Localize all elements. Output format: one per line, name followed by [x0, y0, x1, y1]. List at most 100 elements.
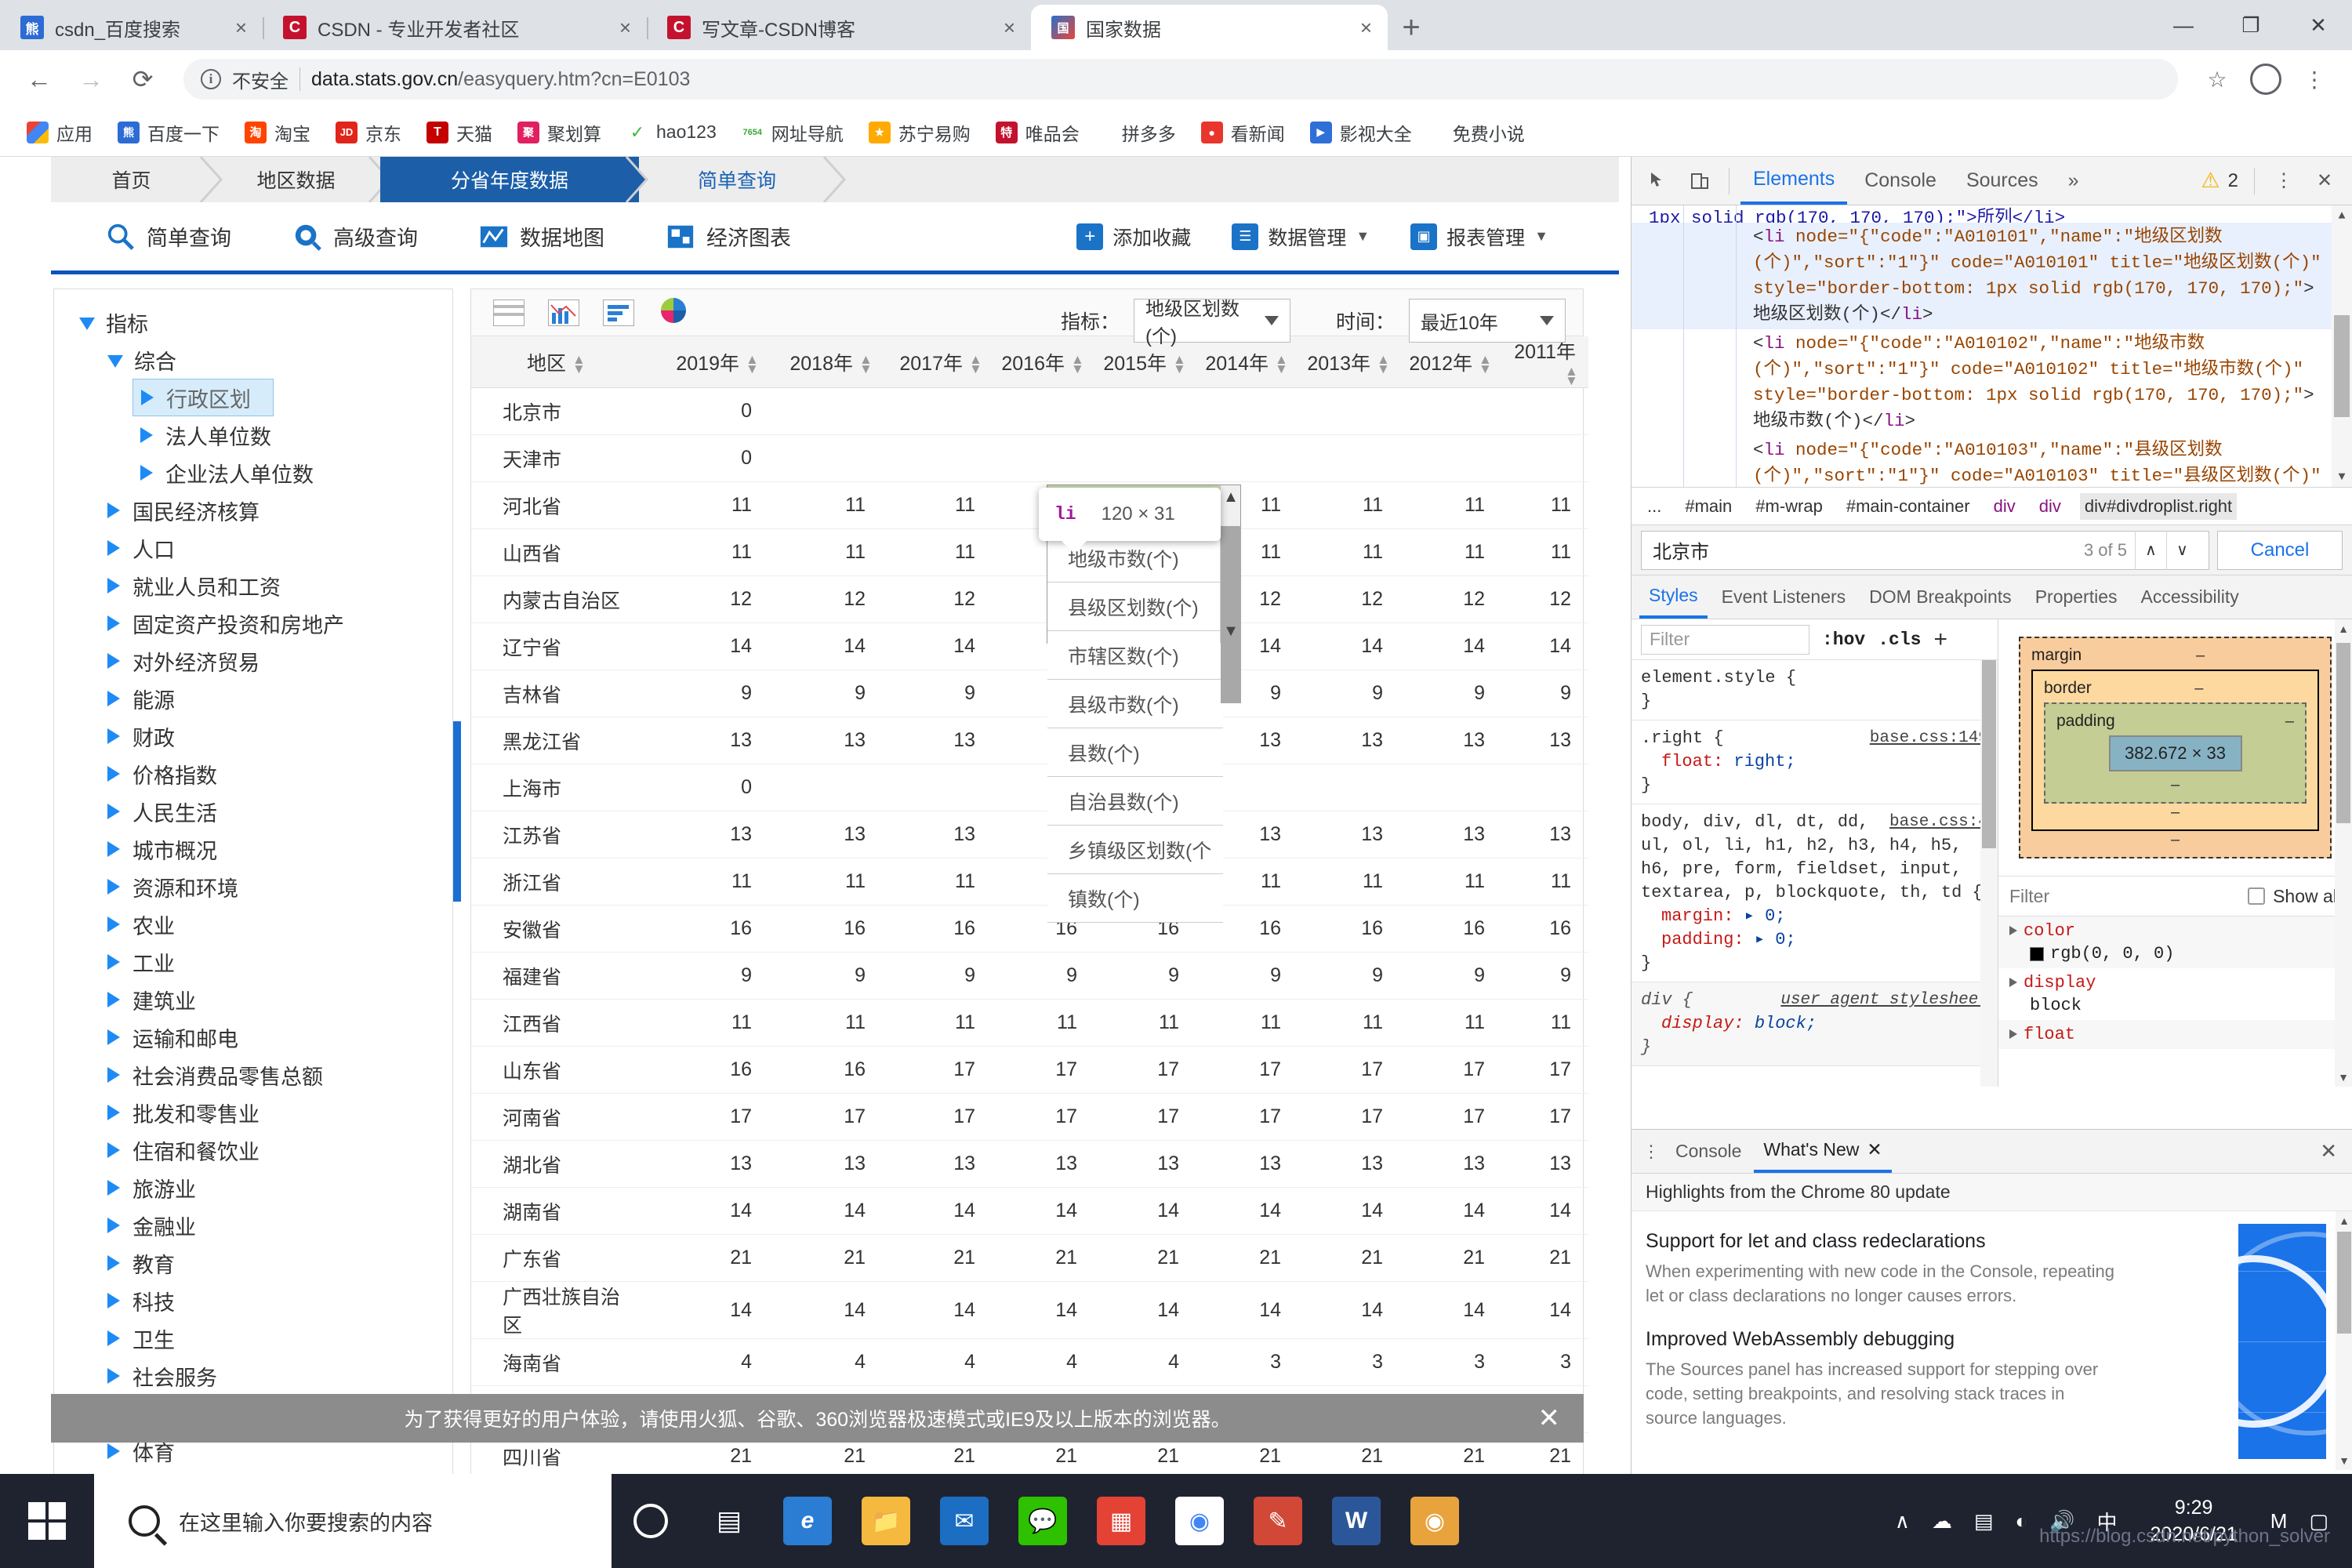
tree-item-5[interactable]: 能源	[54, 680, 452, 717]
box-model-diagram[interactable]: margin – border – padding – 382.672 × 33 – …	[1998, 619, 2352, 876]
table-row[interactable]: 吉林省999999999	[471, 670, 1588, 717]
tree-scrollbar-thumb[interactable]	[453, 721, 461, 902]
sort-icon[interactable]: ▲ ▼	[859, 353, 873, 376]
tab-close-button[interactable]: ×	[1341, 16, 1372, 40]
browser-tab-1[interactable]: C CSDN - 专业开发者社区 ×	[263, 5, 647, 50]
tree-item-3[interactable]: 固定资产投资和房地产	[54, 604, 452, 642]
toolbar-simple-query[interactable]: 简单查询	[106, 221, 231, 252]
wifi-icon[interactable]: ◐	[2015, 1509, 2027, 1534]
table-row[interactable]: 上海市 0	[471, 764, 1588, 811]
css-declaration[interactable]: float: right;	[1641, 750, 1988, 774]
close-icon[interactable]: ✕	[1538, 1403, 1561, 1434]
expand-triangle-icon[interactable]	[2009, 926, 2017, 935]
scroll-down-arrow-icon[interactable]: ▼	[2332, 466, 2352, 487]
table-row[interactable]: 广东省 21 21 21 21 21 21 21 21 21	[471, 1234, 1588, 1282]
tab-close-button[interactable]: ×	[216, 16, 247, 40]
list-view-icon[interactable]	[493, 299, 524, 326]
bookmark-pdd[interactable]: 拼多多	[1111, 114, 1187, 151]
bookmark-video[interactable]: ▶ 影视大全	[1299, 114, 1423, 151]
tree-item-13[interactable]: 建筑业	[54, 981, 452, 1018]
back-icon[interactable]: ←	[17, 57, 61, 101]
bookmark-nav[interactable]: 7654 网址导航	[731, 114, 855, 151]
tree-item-6[interactable]: 财政	[54, 717, 452, 755]
bookmark-apps[interactable]: 应用	[16, 114, 103, 151]
bookmark-juhuasuan[interactable]: 聚 聚划算	[506, 114, 612, 151]
css-rule-1[interactable]: base.css:149 .right {float: right;}	[1632, 720, 1998, 804]
tree-item-4[interactable]: 对外经济贸易	[54, 642, 452, 680]
table-row[interactable]: 福建省 9 9 9 9 9 9 9 9 9	[471, 952, 1588, 1000]
computed-prop-float[interactable]: float	[1998, 1020, 2352, 1049]
add-favorite-button[interactable]: + 添加收藏	[1076, 223, 1191, 251]
table-header-2[interactable]: 2018年 ▲ ▼	[769, 336, 883, 388]
computed-prop-color[interactable]: color rgb(0, 0, 0)	[1998, 916, 2352, 968]
css-rule-3[interactable]: user agent stylesheet div {display: block…	[1632, 982, 1998, 1066]
sidebar-tab-event-listeners[interactable]: Event Listeners	[1712, 576, 1856, 619]
bookmark-jd[interactable]: JD 京东	[325, 114, 412, 151]
bookmark-vip[interactable]: 特 唯品会	[985, 114, 1091, 151]
scroll-up-arrow-icon[interactable]: ▲	[1221, 485, 1241, 509]
window-minimize-button[interactable]: —	[2150, 0, 2217, 50]
address-bar[interactable]: i 不安全 data.stats.gov.cn/easyquery.htm?cn…	[183, 59, 2178, 100]
indicator-select[interactable]: 地级区划数(个)	[1133, 299, 1290, 347]
sidebar-tab-styles[interactable]: Styles	[1639, 576, 1708, 619]
bookmark-news[interactable]: ● 看新闻	[1190, 114, 1296, 151]
hov-toggle[interactable]: :hov	[1822, 630, 1865, 650]
close-icon[interactable]: ✕	[2307, 163, 2343, 199]
table-header-4[interactable]: 2016年 ▲ ▼	[993, 336, 1094, 388]
table-row[interactable]: 浙江省111111111111111111	[471, 858, 1588, 906]
tray-chevron-icon[interactable]: ∧	[1895, 1509, 1910, 1534]
search-next-button[interactable]: ∨	[2166, 530, 2198, 570]
breadcrumb-crumb-1[interactable]: #main	[1680, 493, 1737, 520]
drawer-menu-icon[interactable]: ⋮	[1639, 1142, 1663, 1162]
data-management-button[interactable]: ☰ 数据管理 ▼	[1232, 223, 1370, 251]
styles-filter-input[interactable]: Filter	[1641, 624, 1809, 655]
dom-node-2[interactable]: <li node="{"code":"A010103","name":"县级区划…	[1632, 436, 2352, 487]
tree-item-7[interactable]: 价格指数	[54, 755, 452, 793]
dom-scroll-thumb[interactable]	[2334, 315, 2350, 417]
table-header-7[interactable]: 2013年 ▲ ▼	[1298, 336, 1400, 388]
tree-item-22[interactable]: 卫生	[54, 1319, 452, 1357]
chrome-active-icon[interactable]: ◉	[1396, 1474, 1474, 1568]
sort-icon[interactable]: ▲ ▼	[1173, 353, 1186, 376]
styles-scroll-thumb[interactable]	[1982, 660, 1996, 848]
dom-node-1[interactable]: <li node="{"code":"A010102","name":"地级市数…	[1632, 329, 2352, 436]
tree-item-2[interactable]: 就业人员和工资	[54, 567, 452, 604]
window-close-button[interactable]: ✕	[2285, 0, 2352, 50]
table-row[interactable]: 江西省 11 11 11 11 11 11 11 11 11	[471, 999, 1588, 1047]
reload-icon[interactable]: ⟳	[121, 57, 165, 101]
sort-icon[interactable]: ▲ ▼	[1565, 365, 1578, 387]
sidebar-tab-accessibility[interactable]: Accessibility	[2132, 576, 2249, 619]
dropdown-option-3[interactable]: 市辖区数(个)	[1047, 631, 1223, 680]
sort-icon[interactable]: ▲ ▼	[969, 353, 982, 376]
breadcrumb-crumb-3[interactable]: #main-container	[1842, 493, 1975, 520]
drawer-tab-console[interactable]: Console	[1666, 1131, 1751, 1173]
tab-close-button[interactable]: ×	[985, 16, 1015, 40]
tree-item-21[interactable]: 科技	[54, 1282, 452, 1319]
drawer-close-icon[interactable]: ✕	[2320, 1139, 2345, 1163]
toolbar-advanced-query[interactable]: 高级查询	[292, 221, 418, 252]
search-cancel-button[interactable]: Cancel	[2217, 530, 2343, 570]
dropdown-option-8[interactable]: 镇数(个)	[1047, 874, 1223, 923]
css-source-link[interactable]: base.css:4	[1889, 811, 1988, 834]
breadcrumb-crumb-2[interactable]: #m-wrap	[1751, 493, 1828, 520]
inspect-cursor-icon[interactable]	[1641, 163, 1677, 199]
sort-icon[interactable]: ▲ ▼	[1275, 353, 1288, 376]
search-prev-button[interactable]: ∧	[2135, 530, 2166, 570]
dropdown-scrollbar[interactable]: ▲ ▼	[1220, 485, 1241, 703]
mail-icon[interactable]: ✉	[925, 1474, 1004, 1568]
scroll-down-arrow-icon[interactable]: ▼	[2335, 1068, 2352, 1087]
tree-item-enterprise-entities[interactable]: 企业法人单位数	[54, 454, 452, 492]
table-row[interactable]: 内蒙古自治区121212121212121212	[471, 575, 1588, 623]
word-icon[interactable]: W	[1317, 1474, 1396, 1568]
more-vert-icon[interactable]: ⋮	[2294, 59, 2335, 100]
edge-icon[interactable]: e	[768, 1474, 847, 1568]
breadcrumb-tab-region[interactable]: 地区数据	[212, 157, 392, 202]
dropdown-option-2[interactable]: 县级区划数(个)	[1047, 583, 1223, 631]
drawer-scroll-thumb[interactable]	[2337, 1232, 2351, 1334]
table-header-3[interactable]: 2017年 ▲ ▼	[883, 336, 993, 388]
tree-item-18[interactable]: 旅游业	[54, 1169, 452, 1207]
sort-icon[interactable]: ▲ ▼	[1071, 353, 1084, 376]
tree-item-15[interactable]: 社会消费品零售总额	[54, 1056, 452, 1094]
tree-branch-comprehensive[interactable]: 综合	[54, 341, 452, 379]
table-row[interactable]: 黑龙江省131313131313131313	[471, 717, 1588, 764]
